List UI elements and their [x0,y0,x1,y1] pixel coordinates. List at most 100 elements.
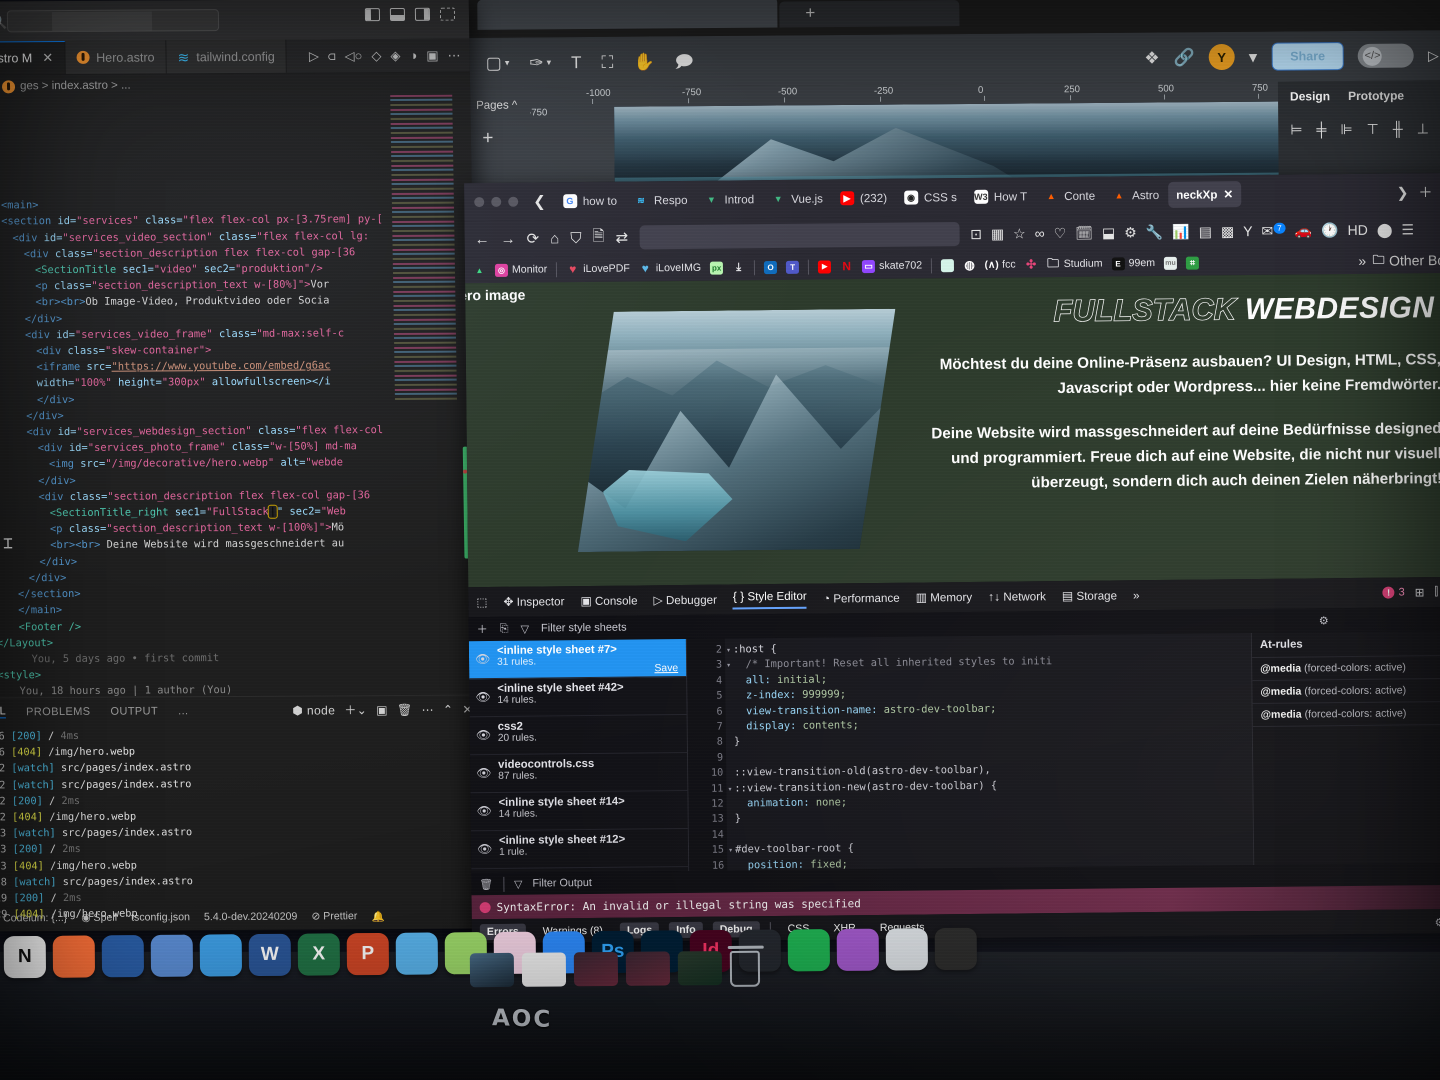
extension-4-icon[interactable]: ⬓ [1102,224,1115,241]
stylesheet-item[interactable]: 👁 css2 20 rules. [470,715,687,755]
css-source-view[interactable]: 2▾3▾4567891011▾12131415▾161718 :host { /… [687,633,1253,871]
vscode-bottom-panel[interactable]: AL PROBLEMS OUTPUT ... ⬢ node ＋⌄ ▣ 🗑 ⋯ ⌃… [0,694,483,907]
terminal-output[interactable]: 16 [200] / 4ms16 [404] /img/hero.webp 22… [0,722,483,922]
window-thumbnail[interactable] [574,952,618,986]
extension-1-icon[interactable]: ∞ [1035,225,1045,241]
close-icon[interactable]: ✕ [42,50,53,66]
preview-icon[interactable]: ◑ [409,48,417,63]
window-thumbnail[interactable] [678,951,722,985]
menu-icon[interactable]: ☰ [1401,221,1414,238]
browser-tab[interactable]: ◉CSS s [896,184,965,211]
bookmark-item[interactable]: ♥iLovePDF [566,262,630,276]
editor-actions[interactable]: ▷ ⫏ ◁○ ◇ ◈ ◑ ▣ ⋯ [300,39,470,73]
dev-mode-toggle[interactable]: </> [1358,43,1414,67]
devtools-panel[interactable]: ⬚ ✥ Inspector ▣ Console ▷ Debugger { } S… [468,577,1440,943]
terminal-shell-label[interactable]: ⬢ node [292,703,335,717]
page-info-icon[interactable]: 🗎 [592,225,604,250]
tab-problems[interactable]: PROBLEMS [26,705,91,717]
devtools-tabs-overflow-icon[interactable]: » [1133,589,1140,602]
at-rule-row[interactable]: @media (forced-colors: active) [1252,679,1440,704]
browser-tab[interactable]: ▼Introd [696,186,762,213]
run-icon[interactable]: ▷ [309,48,319,64]
new-terminal-icon[interactable]: ＋⌄ [344,701,367,718]
toggle-primary-sidebar-icon[interactable] [365,8,380,21]
filter-output-input[interactable]: Filter Output [532,877,592,890]
bookmark-item[interactable]: ▶ [818,260,831,273]
figma-new-tab-icon[interactable]: + [805,3,815,23]
at-rules-panel[interactable]: At-rules @media (forced-colors: active) … [1251,631,1440,865]
stylesheet-item[interactable]: 👁 <inline style sheet #42> 14 rules. [469,677,686,717]
toolbar-extensions[interactable]: ⊡ ▦ ☆ ∞ ♡ 🗓 ⬓ ⚙ 🔧 📊 ▤ ▩ Y ✉7 🚗 🕐 HD ⬤ ☰ [970,221,1414,243]
tab-inspector[interactable]: ✥ Inspector [503,594,564,609]
fold-arrow-icon[interactable]: ▾ [728,843,733,858]
settings-gear-icon[interactable]: ⚙ [1124,224,1137,241]
browser-tab[interactable]: Ghow to [555,188,625,215]
apps-icon[interactable]: ▩ [1221,223,1234,240]
layout-controls[interactable] [365,8,455,22]
breadcrumb[interactable]: ges > index.astro > ... [0,73,470,98]
stylesheet-item[interactable]: 👁 <inline style sheet #12> 1 rule. [471,829,688,869]
tab-memory[interactable]: ▥ Memory [916,590,973,605]
tab-debugger[interactable]: ▷ Debugger [653,593,717,608]
dock-item-notion[interactable]: N [4,936,46,978]
mail-icon[interactable]: ✉7 [1261,222,1285,239]
browser-tab[interactable]: ▶(232) [832,185,895,212]
toggle-visibility-icon[interactable]: 👁 [476,766,491,780]
browser-tab-active[interactable]: neckXp✕ [1168,181,1241,208]
error-count-badge[interactable]: !3 [1383,586,1405,598]
tab-performance[interactable]: ◔ Performance [823,591,900,606]
pick-element-icon[interactable]: ⬚ [476,595,487,609]
grid-icon[interactable]: ▦ [991,225,1004,242]
toggle-visibility-icon[interactable]: 👁 [476,728,491,742]
extension-2-icon[interactable]: ♡ [1054,224,1067,241]
pen-tool-icon[interactable]: ✑▾ [529,54,551,71]
filter-stylesheets-input[interactable]: Filter style sheets [541,622,627,635]
link-icon[interactable]: 🔗 [1173,49,1194,66]
tab-console[interactable]: ▣ Console [580,593,637,608]
tab-terminal[interactable]: AL [0,705,6,718]
stylesheet-item[interactable]: 👁 <inline style sheet #14> 14 rules. [470,791,687,831]
go-back-icon[interactable]: ◁○ [344,48,362,64]
tab-output[interactable]: OUTPUT [110,705,158,717]
present-button[interactable]: ▷ ▾ [1428,47,1440,64]
dock-item-firefox-nightly[interactable] [151,935,193,977]
home-icon[interactable]: ⌂ [550,230,559,247]
more-actions-icon[interactable]: ⋯ [447,47,460,63]
bookmark-item[interactable]: T [786,260,799,273]
diff-prev-icon[interactable]: ◇ [371,48,381,64]
clock-icon[interactable]: 🕐 [1321,222,1339,239]
vscode-titlebar[interactable]: 🔍 [0,0,469,42]
panel-icon[interactable]: ▤ [1199,223,1212,240]
plugins-icon[interactable]: ❖ [1144,49,1159,66]
browser-tab[interactable]: ▲Conte [1036,183,1103,210]
align-top-icon[interactable]: ⊤ [1367,121,1379,138]
split-terminal-icon[interactable]: ▣ [376,703,388,717]
screenshot-icon[interactable]: ⊡ [970,225,982,242]
code-editor[interactable]: ⌶ <main><section id="services" class="fl… [0,95,480,698]
chart-icon[interactable]: 📊 [1172,223,1190,240]
tab-design[interactable]: Design [1290,89,1330,103]
dock-position-icon[interactable]: ⫿ [1434,585,1438,599]
editor-tab-hero-astro[interactable]: Hero.astro [65,40,167,74]
align-left-icon[interactable]: ⊨ [1290,121,1302,138]
extension-3-icon[interactable]: 🗓 [1075,224,1093,241]
bookmark-star-icon[interactable]: ☆ [1013,225,1026,242]
dock-item-firefox[interactable] [53,935,95,977]
dock-window-thumbnails[interactable] [470,931,1440,1019]
browser-tab[interactable]: W3How T [966,183,1036,210]
stylesheet-item[interactable]: 👁 <inline style sheet #7> 31 rules. Save [469,639,686,679]
trash-icon[interactable] [730,951,760,987]
tab-storage[interactable]: ▤ Storage [1062,588,1117,603]
at-rule-row[interactable]: @media (forced-colors: active) [1253,702,1440,727]
vscode-editor-tabs[interactable]: astro M ✕ Hero.astro ≋ tailwind.config ▷… [0,39,470,76]
pages-chevron-icon[interactable]: ^ [512,100,518,112]
toggle-visibility-icon[interactable]: 👁 [475,690,490,704]
bookmark-item[interactable]: px [710,261,723,274]
toggle-visibility-icon[interactable]: 👁 [475,652,490,666]
terminal-more-icon[interactable]: ⋯ [421,702,434,716]
maximize-window-dot[interactable] [508,197,518,207]
editor-tab-tailwind-config[interactable]: ≋ tailwind.config [166,40,287,74]
bookmark-item[interactable]: O [764,260,777,273]
minimize-window-dot[interactable] [491,197,501,207]
pages-label[interactable]: Pages [476,100,509,112]
